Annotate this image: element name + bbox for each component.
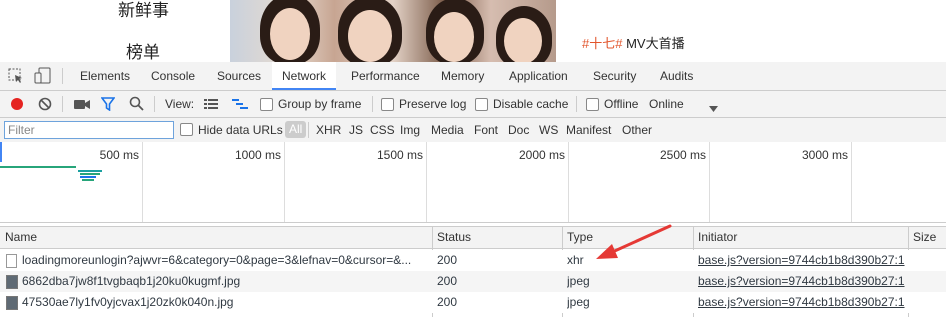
large-rows-icon[interactable] <box>204 98 218 113</box>
filter-funnel-icon[interactable] <box>100 97 116 114</box>
tab-console[interactable]: Console <box>151 62 195 90</box>
tab-audits[interactable]: Audits <box>660 62 693 90</box>
offline-label: Offline <box>604 97 639 111</box>
tick-label: 2500 ms <box>659 148 706 162</box>
filter-type-all[interactable]: All <box>285 121 307 138</box>
filter-type-ws[interactable]: WS <box>539 118 558 142</box>
tab-security[interactable]: Security <box>593 62 636 90</box>
tab-network[interactable]: Network <box>272 62 337 90</box>
tab-memory[interactable]: Memory <box>441 62 484 90</box>
image-file-icon <box>6 275 18 289</box>
filter-type-xhr[interactable]: XHR <box>316 118 341 142</box>
filter-type-doc[interactable]: Doc <box>508 118 529 142</box>
hide-data-urls-checkbox[interactable] <box>180 123 193 136</box>
tick-label: 1500 ms <box>376 148 423 162</box>
request-status: 200 <box>437 295 458 309</box>
column-status[interactable]: Status <box>437 227 471 248</box>
filter-type-manifest[interactable]: Manifest <box>566 118 611 142</box>
tick-label: 1000 ms <box>234 148 281 162</box>
request-type: jpeg <box>567 274 590 288</box>
tick-label: 3000 ms <box>801 148 848 162</box>
filter-bar: Hide data URLs All XHR JS CSS Img Media … <box>0 118 946 143</box>
nav-link-charts[interactable]: 榜单 <box>126 38 160 62</box>
table-row[interactable]: 47530ae7ly1fv0yjcvax1j20zk0k040n.jpg 200… <box>0 292 946 313</box>
request-initiator-link[interactable]: base.js?version=9744cb1b8d390b27:1 <box>698 271 905 292</box>
preserve-log-checkbox[interactable] <box>381 98 394 111</box>
clear-icon[interactable] <box>38 97 52 114</box>
filter-type-css[interactable]: CSS <box>370 118 395 142</box>
document-icon <box>6 254 17 268</box>
image-file-icon <box>6 296 18 310</box>
banner-image[interactable] <box>230 0 556 62</box>
network-toolbar: View: Group by frame Preserve log Disabl… <box>0 91 946 118</box>
devtools-tab-bar: Elements Console Sources Network Perform… <box>0 62 946 91</box>
request-table-header: Name Status Type Initiator Size <box>0 226 946 249</box>
filter-type-js[interactable]: JS <box>349 118 363 142</box>
request-status: 200 <box>437 274 458 288</box>
offline-checkbox[interactable] <box>586 98 599 111</box>
filter-type-media[interactable]: Media <box>431 118 464 142</box>
request-name: 6862dba7jw8f1tvgbaqb1j20ku0kugmf.jpg <box>22 274 241 288</box>
search-icon[interactable] <box>129 96 144 114</box>
mv-tag: #十七# <box>582 36 623 51</box>
tick-label: 500 ms <box>99 148 139 162</box>
timeline-overview[interactable]: 500 ms 1000 ms 1500 ms 2000 ms 2500 ms 3… <box>0 142 946 223</box>
waterfall-overview-icon[interactable] <box>232 98 248 113</box>
preserve-log-label: Preserve log <box>399 97 467 111</box>
group-by-frame-label: Group by frame <box>278 97 362 111</box>
filter-type-img[interactable]: Img <box>400 118 420 142</box>
table-row[interactable]: 6862dba7jw8f1tvgbaqb1j20ku0kugmf.jpg 200… <box>0 271 946 292</box>
hide-data-urls-label: Hide data URLs <box>198 123 283 137</box>
mv-text: MV大首播 <box>622 36 685 51</box>
web-page-content: 新鲜事 榜单 #十七# MV大首播 <box>0 0 946 62</box>
request-name: 47530ae7ly1fv0yjcvax1j20zk0k040n.jpg <box>22 295 234 309</box>
filter-type-other[interactable]: Other <box>622 118 652 142</box>
chevron-down-icon[interactable] <box>709 101 718 115</box>
filter-type-font[interactable]: Font <box>474 118 498 142</box>
tab-application[interactable]: Application <box>509 62 568 90</box>
waterfall-bars <box>0 166 102 181</box>
column-initiator[interactable]: Initiator <box>698 227 737 248</box>
tab-elements[interactable]: Elements <box>80 62 130 90</box>
nav-link-news[interactable]: 新鲜事 <box>118 0 169 21</box>
tab-performance[interactable]: Performance <box>351 62 420 90</box>
screenshot-camera-icon[interactable] <box>74 98 90 113</box>
inspect-element-icon[interactable] <box>8 68 24 87</box>
request-initiator-link[interactable]: base.js?version=9744cb1b8d390b27:1 <box>698 292 905 313</box>
request-type: xhr <box>567 253 584 267</box>
request-type: jpeg <box>567 295 590 309</box>
tab-sources[interactable]: Sources <box>217 62 261 90</box>
group-by-frame-checkbox[interactable] <box>260 98 273 111</box>
device-toolbar-icon[interactable] <box>34 67 52 88</box>
annotation-arrow-icon <box>596 224 672 259</box>
record-icon[interactable] <box>10 97 24 114</box>
timeline-cursor <box>0 142 2 162</box>
request-initiator-link[interactable]: base.js?version=9744cb1b8d390b27:1 <box>698 250 905 271</box>
mv-premiere-link[interactable]: #十七# MV大首播 <box>582 33 685 52</box>
table-row[interactable]: loadingmoreunlogin?ajwvr=6&category=0&pa… <box>0 250 946 271</box>
filter-input[interactable] <box>4 121 174 139</box>
throttling-select[interactable]: Online <box>649 91 684 117</box>
disable-cache-checkbox[interactable] <box>475 98 488 111</box>
view-label: View: <box>165 97 195 111</box>
tick-label: 2000 ms <box>518 148 565 162</box>
request-name: loadingmoreunlogin?ajwvr=6&category=0&pa… <box>22 253 412 267</box>
column-size[interactable]: Size <box>913 227 936 248</box>
disable-cache-label: Disable cache <box>493 97 569 111</box>
request-status: 200 <box>437 253 458 267</box>
column-name[interactable]: Name <box>5 227 37 248</box>
